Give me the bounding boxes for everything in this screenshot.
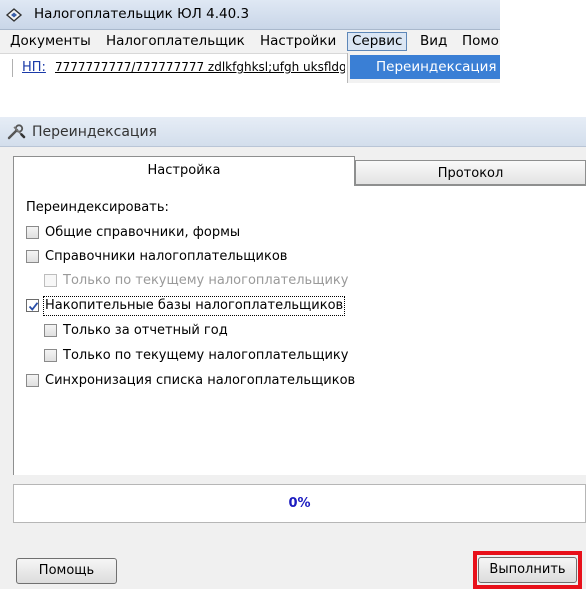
checkbox-box[interactable] xyxy=(26,374,39,387)
toolbar-separator xyxy=(12,59,14,77)
menu-service[interactable]: Сервис xyxy=(347,32,408,51)
checkbox-label: Накопительные базы налогоплательщиков xyxy=(42,296,346,316)
main-title-bar: Налогоплательщик ЮЛ 4.40.3 xyxy=(0,0,500,30)
checkbox-box[interactable] xyxy=(44,324,57,337)
menu-taxpayer[interactable]: Налогоплательщик xyxy=(102,32,249,51)
main-window: Налогоплательщик ЮЛ 4.40.3 Документы Нал… xyxy=(0,0,500,88)
reindex-label: Переиндексировать: xyxy=(26,200,169,215)
progress-bar: 0% xyxy=(13,484,586,523)
tab-settings[interactable]: Настройка xyxy=(13,156,355,186)
menu-bar: Документы Налогоплательщик Настройки Сер… xyxy=(0,30,500,54)
dialog-title: Переиндексация xyxy=(32,124,157,140)
service-dropdown-menu: Переиндексация xyxy=(347,53,500,83)
checkbox-label: Только за отчетный год xyxy=(63,323,228,338)
settings-panel: Переиндексировать: Общие справочники, фо… xyxy=(13,185,586,475)
menu-settings[interactable]: Настройки xyxy=(256,32,340,51)
checkbox-box[interactable] xyxy=(26,226,39,239)
help-button[interactable]: Помощь xyxy=(16,558,117,584)
menu-documents[interactable]: Документы xyxy=(6,32,95,51)
checkbox-label: Только по текущему налогоплательщику xyxy=(63,273,349,288)
tools-icon xyxy=(6,124,26,141)
run-button[interactable]: Выполнить xyxy=(478,557,577,583)
progress-value: 0% xyxy=(288,496,311,511)
checkbox-box[interactable] xyxy=(44,274,57,287)
menu-help[interactable]: Помо xyxy=(458,32,503,51)
dialog-title-bar: Переиндексация xyxy=(0,117,586,147)
checkbox-label: Общие справочники, формы xyxy=(45,225,241,240)
checkbox-box[interactable] xyxy=(44,349,57,362)
menu-view[interactable]: Вид xyxy=(416,32,451,51)
taxpayer-link[interactable]: 7777777777/777777777 zdlkfghksl;ufgh uks… xyxy=(55,60,345,74)
menu-item-reindex[interactable]: Переиндексация xyxy=(350,55,500,79)
checkbox-label: Справочники налогоплательщиков xyxy=(45,249,288,264)
app-title: Налогоплательщик ЮЛ 4.40.3 xyxy=(34,6,250,22)
checkbox-box-checked[interactable] xyxy=(26,299,39,312)
checkmark-icon xyxy=(28,302,39,311)
tab-protocol[interactable]: Протокол xyxy=(355,160,586,185)
checkbox-label: Синхронизация списка налогоплательщиков xyxy=(45,373,356,388)
taxpayer-link-label[interactable]: НП: xyxy=(22,60,46,75)
reindex-dialog: Переиндексация Настройка Протокол Переин… xyxy=(0,117,586,589)
checkbox-label: Только по текущему налогоплательщику xyxy=(63,348,349,363)
app-logo-icon xyxy=(5,7,23,23)
checkbox-box[interactable] xyxy=(26,250,39,263)
